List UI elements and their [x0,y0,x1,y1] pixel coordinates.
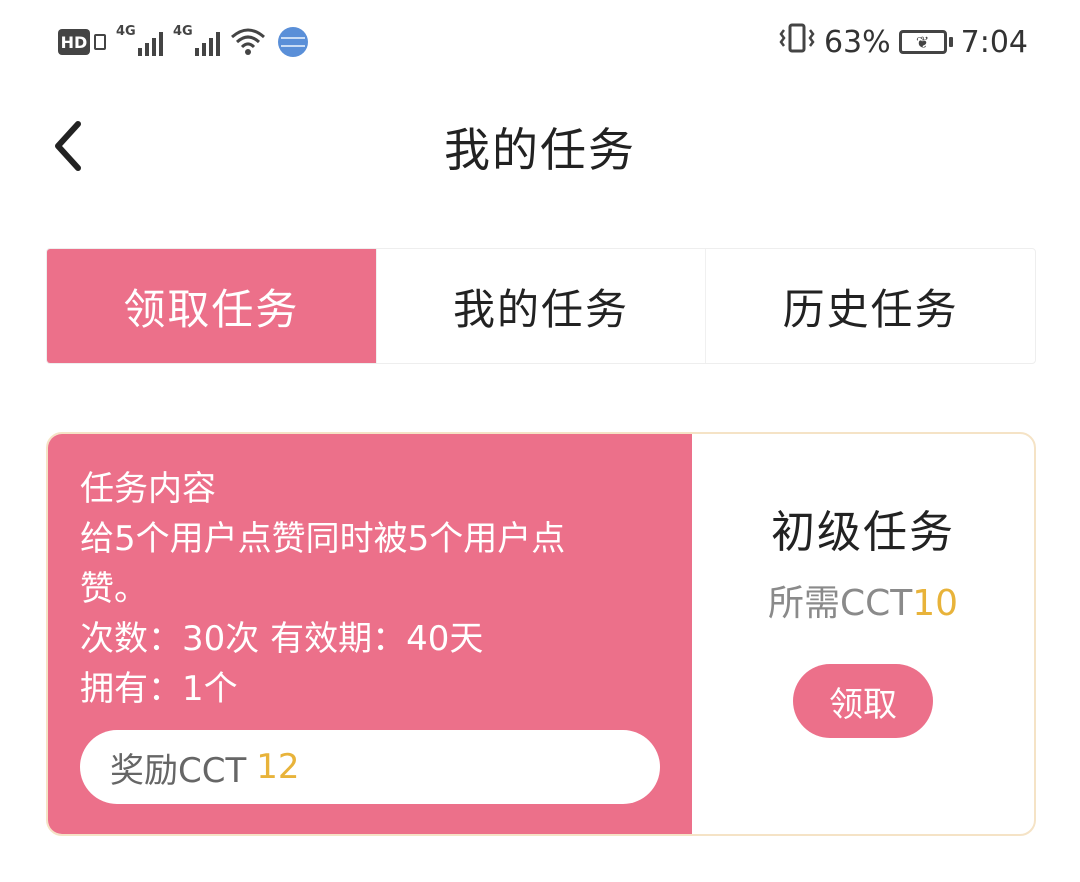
task-content-label: 任务内容 [80,469,216,509]
status-right: 63% ❦ 7:04 [778,20,1028,64]
task-summary: 初级任务 所需CCT10 领取 [692,434,1034,834]
task-card: 任务内容 给5个用户点赞同时被5个用户点 赞。 次数：30次 有效期：40天 拥… [46,432,1036,836]
clock: 7:04 [960,24,1028,60]
count-value: 30次 [182,619,260,659]
task-count-validity: 次数：30次 有效期：40天 [80,614,662,664]
signal-bar [138,48,142,56]
signal-bar [145,43,149,56]
signal-bar [159,32,163,56]
header: 我的任务 [0,96,1080,196]
tab-bar: 领取任务 我的任务 历史任务 [46,248,1036,364]
status-left: HD 4G 4G [58,22,310,62]
battery-tip [948,37,953,47]
globe-icon [276,25,310,59]
validity-value: 40天 [406,619,484,659]
signal-icon: 4G [173,24,220,56]
required-cct: 所需CCT10 [768,574,958,626]
status-bar: HD 4G 4G 63% ❦ 7:04 [0,0,1080,84]
count-label: 次数： [80,619,182,659]
required-value: 10 [912,583,959,624]
signal-type-label: 4G [173,24,193,39]
required-label: 所需CCT [767,583,913,624]
signal-bar [202,43,206,56]
hd-icon: HD [58,29,90,55]
signal-bar [152,38,156,56]
signal-bar [195,48,199,56]
battery-icon: ❦ [898,30,953,54]
battery-body: ❦ [898,30,947,54]
sim-icon [94,34,106,50]
reward-badge: 奖励CCT 12 [80,730,660,804]
tab-my-tasks[interactable]: 我的任务 [377,249,707,363]
signal-icon: 4G [116,24,163,56]
signal-type-label: 4G [116,24,136,39]
claim-button[interactable]: 领取 [793,664,933,738]
task-owned: 拥有：1个 [80,664,662,714]
tab-history-tasks[interactable]: 历史任务 [706,249,1035,363]
wifi-icon [230,27,266,57]
signal-bar [216,32,220,56]
reward-label: 奖励CCT [110,750,247,791]
tab-claim-tasks[interactable]: 领取任务 [47,249,377,363]
task-description-line2: 赞。 [80,569,148,609]
validity-label: 有效期： [270,619,407,659]
owned-label: 拥有： [80,669,182,709]
reward-value: 12 [256,747,300,787]
battery-percent: 63% [823,24,891,60]
signal-bar [209,38,213,56]
task-details: 任务内容 给5个用户点赞同时被5个用户点 赞。 次数：30次 有效期：40天 拥… [48,434,692,834]
task-level: 初级任务 [771,507,955,558]
leaf-icon: ❦ [915,32,930,52]
page-title: 我的任务 [444,123,636,177]
vibrate-icon [778,22,816,62]
task-description-line1: 给5个用户点赞同时被5个用户点 [80,519,566,559]
owned-value: 1个 [182,669,238,709]
